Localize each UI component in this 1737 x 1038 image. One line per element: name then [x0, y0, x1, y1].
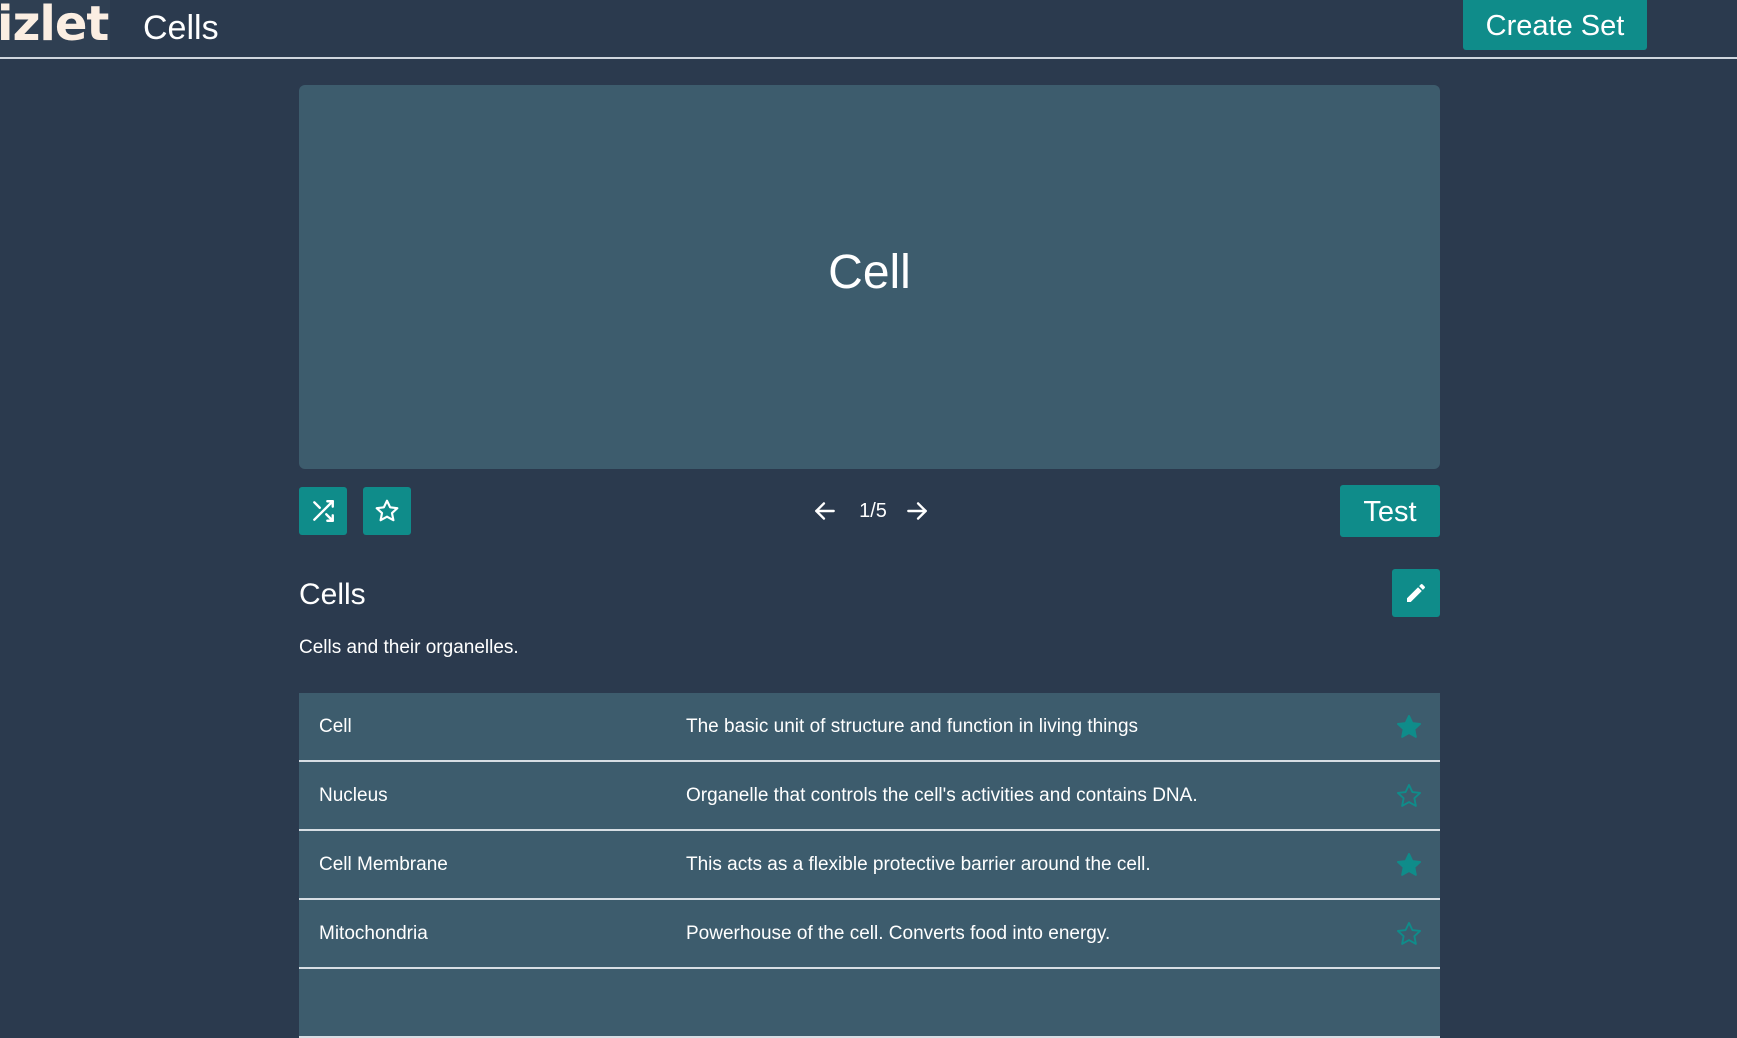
table-row: Cell Membrane This acts as a flexible pr…: [299, 831, 1440, 900]
table-row: [299, 969, 1440, 1038]
edit-set-button[interactable]: [1392, 569, 1440, 617]
set-description: Cells and their organelles.: [299, 637, 519, 658]
flashcard[interactable]: Cell: [299, 85, 1440, 469]
table-row: Cell The basic unit of structure and fun…: [299, 693, 1440, 762]
term-cell: Cell Membrane: [319, 854, 448, 875]
page-title: Cells: [143, 9, 219, 47]
table-row: Nucleus Organelle that controls the cell…: [299, 762, 1440, 831]
star-icon[interactable]: [1395, 713, 1423, 741]
logo[interactable]: izlet: [0, 0, 110, 57]
definition-cell: The basic unit of structure and function…: [686, 716, 1139, 737]
top-bar: izlet Cells Create Set: [0, 0, 1737, 59]
set-title: Cells: [299, 578, 366, 611]
star-icon[interactable]: [1395, 782, 1423, 810]
star-icon[interactable]: [1395, 920, 1423, 948]
next-card-button[interactable]: [902, 496, 932, 526]
term-cell: Nucleus: [319, 785, 388, 806]
star-icon[interactable]: [1395, 851, 1423, 879]
test-button[interactable]: Test: [1340, 485, 1440, 537]
shuffle-icon: [313, 500, 334, 522]
logo-text: izlet: [0, 0, 109, 52]
arrow-right-icon: [907, 502, 927, 520]
definition-cell: Powerhouse of the cell. Converts food in…: [686, 923, 1111, 944]
star-icon: [375, 499, 399, 522]
pencil-icon: [1407, 583, 1426, 602]
term-cell: Mitochondria: [319, 923, 428, 944]
table-row: Mitochondria Powerhouse of the cell. Con…: [299, 900, 1440, 969]
shuffle-button[interactable]: [299, 487, 347, 535]
definition-cell: Organelle that controls the cell's activ…: [686, 785, 1198, 806]
arrow-left-icon: [815, 502, 835, 520]
definition-cell: This acts as a flexible protective barri…: [686, 854, 1151, 875]
star-filter-button[interactable]: [363, 487, 411, 535]
flashcard-term: Cell: [828, 246, 911, 299]
term-list: Cell The basic unit of structure and fun…: [299, 693, 1440, 1038]
create-set-button[interactable]: Create Set: [1463, 0, 1647, 50]
card-counter: 1/5: [859, 500, 887, 522]
previous-card-button[interactable]: [810, 496, 840, 526]
term-cell: Cell: [319, 716, 352, 737]
